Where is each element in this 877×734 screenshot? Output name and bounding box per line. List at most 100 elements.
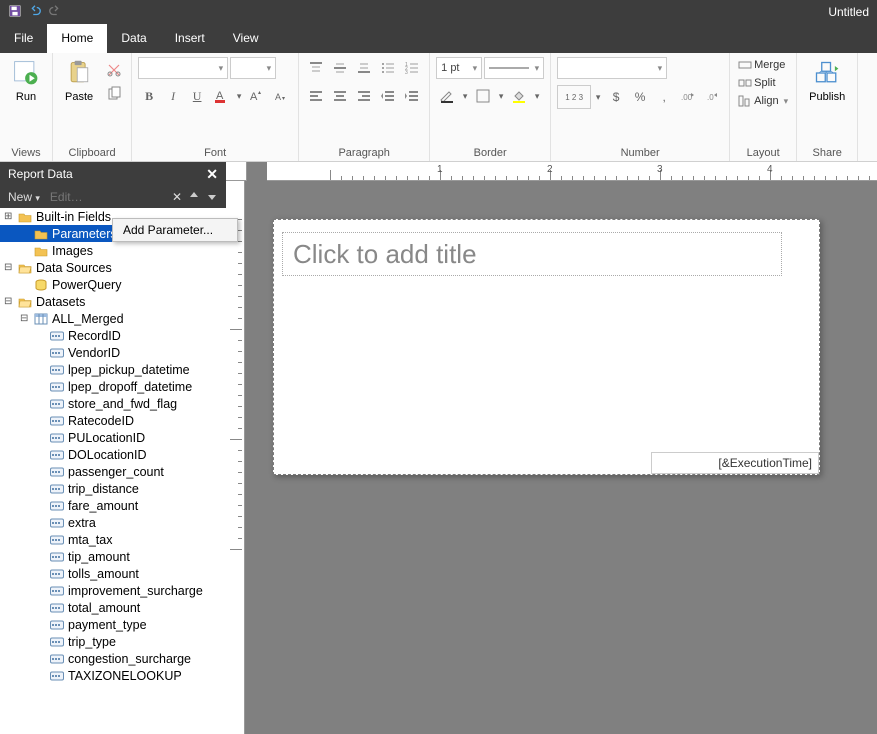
- font-size-select[interactable]: ▾: [230, 57, 276, 79]
- borders-button[interactable]: [472, 85, 494, 107]
- tree-item[interactable]: ·extra: [0, 514, 226, 531]
- placeholder-style-button[interactable]: 1 2 3: [557, 85, 591, 109]
- bullets-button[interactable]: [377, 57, 399, 79]
- report-data-tree[interactable]: ⊞Built-in Fields·Parameters·Images⊟Data …: [0, 208, 226, 734]
- tree-item[interactable]: ·PowerQuery: [0, 276, 226, 293]
- tree-item[interactable]: ·tip_amount: [0, 548, 226, 565]
- tab-data[interactable]: Data: [107, 24, 160, 53]
- number-format-select[interactable]: ▾: [557, 57, 667, 79]
- placeholder-dropdown[interactable]: ▾: [593, 86, 603, 108]
- tree-item[interactable]: ·lpep_pickup_datetime: [0, 361, 226, 378]
- expand-icon[interactable]: ⊞: [4, 211, 14, 223]
- valign-middle-button[interactable]: [329, 57, 351, 79]
- percent-button[interactable]: %: [629, 86, 651, 108]
- menu-add-parameter[interactable]: Add Parameter...: [113, 219, 237, 241]
- tree-item[interactable]: ⊟Data Sources: [0, 259, 226, 276]
- cut-icon[interactable]: [103, 59, 125, 81]
- tree-item-label: DOLocationID: [68, 448, 147, 462]
- tree-item[interactable]: ·fare_amount: [0, 497, 226, 514]
- ribbon-group-number: ▾ 1 2 3 ▾ $ % , .00 .0 Number: [551, 53, 730, 161]
- tree-item[interactable]: ·Images: [0, 242, 226, 259]
- panel-delete-button[interactable]: ✕: [172, 190, 182, 204]
- italic-button[interactable]: I: [162, 85, 184, 107]
- decrease-decimal-button[interactable]: .0: [701, 86, 723, 108]
- ruler-number: 3: [657, 164, 663, 175]
- paste-button[interactable]: Paste: [59, 55, 99, 107]
- panel-close-button[interactable]: ✕: [206, 166, 218, 183]
- save-icon[interactable]: [8, 4, 22, 21]
- tree-item[interactable]: ·RatecodeID: [0, 412, 226, 429]
- shrink-font-button[interactable]: A▾: [270, 85, 292, 107]
- font-name-select[interactable]: ▾: [138, 57, 228, 79]
- increase-indent-button[interactable]: [401, 85, 423, 107]
- tree-item[interactable]: ·store_and_fwd_flag: [0, 395, 226, 412]
- tree-item[interactable]: ·TAXIZONELOOKUP: [0, 667, 226, 684]
- increase-decimal-button[interactable]: .00: [677, 86, 699, 108]
- tree-item[interactable]: ·passenger_count: [0, 463, 226, 480]
- tree-item[interactable]: ·mta_tax: [0, 531, 226, 548]
- tree-item[interactable]: ·VendorID: [0, 344, 226, 361]
- tab-insert[interactable]: Insert: [161, 24, 219, 53]
- copy-icon[interactable]: [103, 83, 125, 105]
- panel-edit-button[interactable]: Edit…: [50, 190, 83, 204]
- report-page[interactable]: Click to add title [&ExecutionTime]: [273, 219, 820, 475]
- fill-color-dropdown[interactable]: ▾: [532, 85, 542, 107]
- decrease-indent-button[interactable]: [377, 85, 399, 107]
- split-button[interactable]: Split: [736, 75, 777, 91]
- border-color-dropdown[interactable]: ▾: [460, 85, 470, 107]
- panel-toolbar: New ▾ Edit… ✕: [0, 186, 226, 208]
- run-button[interactable]: Run: [6, 55, 46, 107]
- valign-top-button[interactable]: [305, 57, 327, 79]
- tree-item[interactable]: ·congestion_surcharge: [0, 650, 226, 667]
- grow-font-button[interactable]: A▴: [246, 85, 268, 107]
- tab-home[interactable]: Home: [47, 24, 107, 53]
- border-color-button[interactable]: [436, 85, 458, 107]
- font-color-dropdown[interactable]: ▾: [234, 85, 244, 107]
- align-left-button[interactable]: [305, 85, 327, 107]
- align-menu[interactable]: Align▾: [736, 93, 790, 109]
- tree-item[interactable]: ·tolls_amount: [0, 565, 226, 582]
- borders-dropdown[interactable]: ▾: [496, 85, 506, 107]
- bold-button[interactable]: B: [138, 85, 160, 107]
- border-style-select[interactable]: ▾: [484, 57, 544, 79]
- redo-icon[interactable]: [48, 4, 62, 21]
- panel-new-menu[interactable]: New ▾: [8, 190, 40, 204]
- thousands-button[interactable]: ,: [653, 86, 675, 108]
- tree-item[interactable]: ·total_amount: [0, 599, 226, 616]
- horizontal-ruler: 12345: [267, 162, 877, 181]
- report-body-region[interactable]: Click to add title [&ExecutionTime]: [245, 181, 877, 734]
- tree-item[interactable]: ⊟ALL_Merged: [0, 310, 226, 327]
- tree-item[interactable]: ·trip_distance: [0, 480, 226, 497]
- tree-item[interactable]: ·payment_type: [0, 616, 226, 633]
- execution-time-textbox[interactable]: [&ExecutionTime]: [651, 452, 819, 474]
- align-center-button[interactable]: [329, 85, 351, 107]
- undo-icon[interactable]: [28, 4, 42, 21]
- tree-item[interactable]: ·RecordID: [0, 327, 226, 344]
- tree-item[interactable]: ·lpep_dropoff_datetime: [0, 378, 226, 395]
- merge-button[interactable]: Merge: [736, 57, 787, 73]
- panel-move-up-button[interactable]: [188, 190, 200, 205]
- underline-button[interactable]: U: [186, 85, 208, 107]
- collapse-icon[interactable]: ⊟: [4, 296, 14, 308]
- panel-move-down-button[interactable]: [206, 190, 218, 205]
- publish-button[interactable]: Publish: [803, 55, 851, 107]
- collapse-icon[interactable]: ⊟: [20, 313, 30, 325]
- fill-color-button[interactable]: [508, 85, 530, 107]
- title-textbox[interactable]: Click to add title: [282, 232, 782, 276]
- tree-item[interactable]: ·improvement_surcharge: [0, 582, 226, 599]
- currency-button[interactable]: $: [605, 86, 627, 108]
- tree-item[interactable]: ·trip_type: [0, 633, 226, 650]
- border-width-select[interactable]: 1 pt▾: [436, 57, 482, 79]
- tree-item-label: trip_type: [68, 635, 116, 649]
- tab-view[interactable]: View: [219, 24, 273, 53]
- field-icon: [50, 619, 64, 631]
- align-right-button[interactable]: [353, 85, 375, 107]
- valign-bottom-button[interactable]: [353, 57, 375, 79]
- numbering-button[interactable]: 123: [401, 57, 423, 79]
- font-color-button[interactable]: A: [210, 85, 232, 107]
- tree-item[interactable]: ·DOLocationID: [0, 446, 226, 463]
- tree-item[interactable]: ·PULocationID: [0, 429, 226, 446]
- tab-file[interactable]: File: [0, 24, 47, 53]
- tree-item[interactable]: ⊟Datasets: [0, 293, 226, 310]
- collapse-icon[interactable]: ⊟: [4, 262, 14, 274]
